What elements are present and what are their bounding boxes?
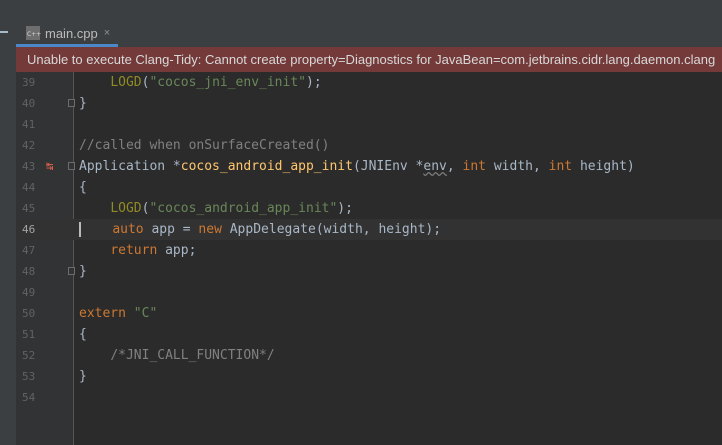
line-code: Application *cocos_android_app_init(JNIE… bbox=[79, 156, 635, 177]
line-code: } bbox=[79, 93, 87, 114]
code-line[interactable]: 50 extern "C" bbox=[16, 303, 722, 324]
code-line[interactable]: 53} bbox=[16, 366, 722, 387]
line-number: 53 bbox=[22, 370, 36, 383]
fold-marker-icon[interactable] bbox=[68, 162, 75, 170]
cpp-file-icon bbox=[26, 26, 41, 40]
line-number: 50 bbox=[22, 307, 36, 320]
line-number: 47 bbox=[22, 244, 36, 257]
code-line[interactable]: 46 auto app = new AppDelegate(width, hei… bbox=[16, 219, 722, 240]
error-banner: Unable to execute Clang-Tidy: Cannot cre… bbox=[16, 47, 722, 72]
code-token: ); bbox=[306, 75, 322, 90]
line-code: } bbox=[79, 261, 87, 282]
line-code: { bbox=[79, 177, 87, 198]
window-top-strip bbox=[0, 0, 722, 23]
code-token: env bbox=[423, 159, 447, 174]
line-number: 39 bbox=[22, 76, 36, 89]
code-token: "cocos_jni_env_init" bbox=[149, 75, 306, 90]
tab-label: main.cpp bbox=[45, 25, 98, 41]
code-token: int bbox=[548, 159, 573, 174]
code-token: app = bbox=[143, 222, 199, 237]
line-code: { bbox=[79, 324, 87, 345]
line-number: 51 bbox=[22, 328, 36, 341]
code-token: { bbox=[79, 180, 87, 195]
code-line[interactable]: 40} bbox=[16, 93, 722, 114]
line-number: 54 bbox=[22, 391, 36, 404]
line-number: 44 bbox=[22, 181, 36, 194]
line-code: auto app = new AppDelegate(width, height… bbox=[79, 219, 441, 240]
code-line[interactable]: 44 { bbox=[16, 177, 722, 198]
line-number: 49 bbox=[22, 286, 36, 299]
code-line[interactable]: 47 return app; bbox=[16, 240, 722, 261]
line-number: 46 bbox=[22, 223, 36, 236]
line-code: /*JNI_CALL_FUNCTION*/ bbox=[79, 345, 275, 366]
tab-bar bbox=[118, 22, 722, 47]
code-token: new bbox=[198, 222, 222, 237]
code-token: auto bbox=[112, 222, 144, 237]
code-token: "cocos_android_app_init" bbox=[149, 201, 338, 216]
line-code: return app; bbox=[79, 240, 196, 261]
code-token: height) bbox=[572, 159, 635, 174]
code-token: } bbox=[79, 96, 87, 111]
line-number: 42 bbox=[22, 139, 36, 152]
line-code: extern "C" bbox=[79, 303, 157, 324]
tool-window-strip bbox=[0, 22, 16, 445]
code-line[interactable]: 49 bbox=[16, 282, 722, 303]
code-token: /*JNI_CALL_FUNCTION*/ bbox=[110, 348, 275, 363]
line-number: 52 bbox=[22, 349, 36, 362]
code-token: AppDelegate(width, height); bbox=[221, 222, 442, 237]
code-token: Application * bbox=[79, 159, 181, 174]
code-line[interactable]: 54 bbox=[16, 387, 722, 408]
code-line[interactable]: 41 bbox=[16, 114, 722, 135]
override-arrow-icon[interactable]: ↹ bbox=[46, 157, 53, 175]
line-number: 48 bbox=[22, 265, 36, 278]
code-token: "C" bbox=[133, 306, 158, 321]
code-token: //called when onSurfaceCreated() bbox=[79, 138, 330, 153]
code-token: } bbox=[79, 369, 87, 384]
code-line[interactable]: 52 /*JNI_CALL_FUNCTION*/ bbox=[16, 345, 722, 366]
code-token: extern bbox=[79, 306, 126, 321]
line-code: LOGD("cocos_jni_env_init"); bbox=[79, 72, 322, 93]
code-token: cocos_android_app_init bbox=[180, 159, 353, 174]
fold-marker-icon[interactable] bbox=[68, 267, 75, 275]
code-token: ); bbox=[337, 201, 353, 216]
code-token: , bbox=[446, 159, 463, 174]
code-token: int bbox=[462, 159, 487, 174]
code-token: LOGD bbox=[110, 75, 142, 90]
code-token: width, bbox=[486, 159, 549, 174]
code-line[interactable]: 45 LOGD("cocos_android_app_init"); bbox=[16, 198, 722, 219]
code-line[interactable]: 43 ↹ Application *cocos_android_app_init(J… bbox=[16, 156, 722, 177]
side-marker bbox=[0, 31, 8, 33]
line-code: //called when onSurfaceCreated() bbox=[79, 135, 329, 156]
close-icon[interactable]: × bbox=[104, 27, 110, 39]
line-code: } bbox=[79, 366, 87, 387]
code-line[interactable]: 51 { bbox=[16, 324, 722, 345]
code-token: (JNIEnv * bbox=[352, 159, 424, 174]
code-token: app; bbox=[157, 243, 197, 258]
code-line[interactable]: 42 //called when onSurfaceCreated() bbox=[16, 135, 722, 156]
line-code: LOGD("cocos_android_app_init"); bbox=[79, 198, 353, 219]
fold-marker-icon[interactable] bbox=[68, 99, 75, 107]
tab-main-cpp[interactable]: main.cpp × bbox=[16, 22, 118, 47]
line-number: 45 bbox=[22, 202, 36, 215]
code-line[interactable]: 48} bbox=[16, 261, 722, 282]
code-token: return bbox=[110, 243, 158, 258]
code-token: } bbox=[79, 264, 87, 279]
code-token: LOGD bbox=[110, 201, 142, 216]
code-line[interactable]: 39 LOGD("cocos_jni_env_init"); bbox=[16, 72, 722, 93]
code-token: { bbox=[79, 327, 87, 342]
line-number: 40 bbox=[22, 97, 36, 110]
line-number: 41 bbox=[22, 118, 36, 131]
